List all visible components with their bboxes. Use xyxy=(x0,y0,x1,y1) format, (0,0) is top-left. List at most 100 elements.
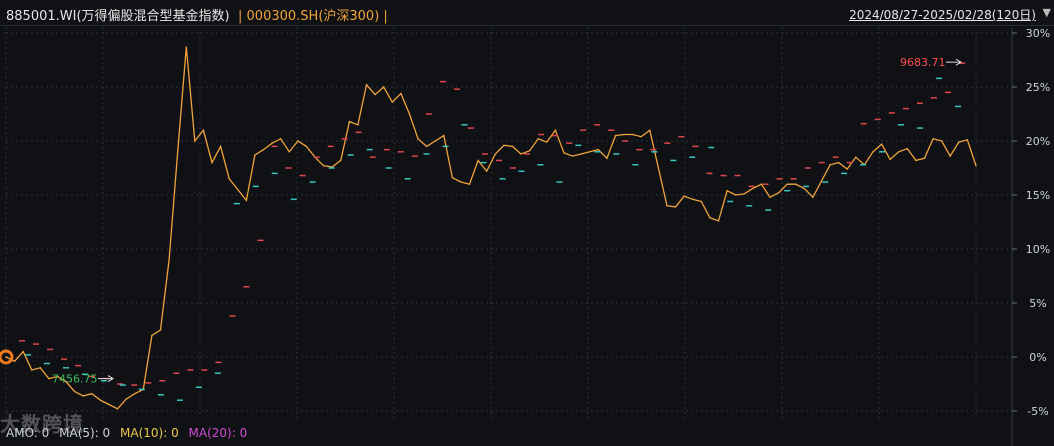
series-point xyxy=(623,133,625,136)
ma10-indicator[interactable]: MA(10): 0 xyxy=(120,426,179,440)
series-point xyxy=(271,142,273,144)
series-point xyxy=(408,113,411,115)
series-point xyxy=(486,170,488,172)
series-point xyxy=(923,157,926,159)
y-tick-label: 20% xyxy=(1026,135,1050,148)
series-point xyxy=(657,167,660,169)
series-point xyxy=(674,206,677,208)
series-point xyxy=(262,148,265,151)
series-point xyxy=(5,356,7,358)
series-point xyxy=(537,138,539,140)
series-point xyxy=(940,140,943,142)
series-point xyxy=(580,153,582,155)
y-tick-label: 25% xyxy=(1026,81,1050,94)
series-point xyxy=(563,152,565,154)
series-point xyxy=(631,133,634,136)
series-point xyxy=(340,159,342,162)
series-point xyxy=(872,151,874,153)
series-point xyxy=(571,155,574,157)
ma5-indicator[interactable]: MA(5): 0 xyxy=(59,426,110,440)
series-point xyxy=(743,193,745,195)
y-tick-label: 30% xyxy=(1026,27,1050,40)
series-point xyxy=(374,93,376,96)
series-point xyxy=(211,161,213,164)
series-point xyxy=(99,399,102,401)
series-point xyxy=(288,151,290,153)
series-point xyxy=(494,153,496,155)
series-point xyxy=(82,395,84,397)
series-point xyxy=(932,138,934,140)
series-point xyxy=(176,151,179,153)
series-point xyxy=(503,144,505,147)
min-value-label: 7456.75 xyxy=(52,373,98,386)
series-point xyxy=(468,183,471,185)
series-point xyxy=(254,154,256,156)
series-point xyxy=(975,165,977,167)
indicator-bar: AMO: 0 MA(5): 0 MA(10): 0 MA(20): 0 xyxy=(6,426,253,440)
series-point xyxy=(48,377,50,380)
series-point xyxy=(202,129,205,131)
y-tick-label: -5% xyxy=(1027,405,1048,418)
series-point xyxy=(649,129,651,131)
series-point xyxy=(322,165,325,167)
series-point xyxy=(915,159,917,162)
series-point xyxy=(803,187,806,190)
series-point xyxy=(666,205,668,207)
series-point xyxy=(889,158,891,161)
series-point xyxy=(760,183,763,185)
series-point xyxy=(91,393,93,395)
series-point xyxy=(546,141,548,143)
series-point xyxy=(31,369,33,371)
amo-indicator[interactable]: AMO: 0 xyxy=(6,426,49,440)
series-point xyxy=(683,195,685,197)
series-point xyxy=(795,183,797,185)
series-point xyxy=(692,198,694,201)
series-point xyxy=(22,350,24,353)
series-point xyxy=(966,139,969,141)
series-point xyxy=(554,129,557,131)
series-point xyxy=(400,92,402,95)
series-point xyxy=(228,178,230,180)
series-point xyxy=(717,220,720,222)
series-point xyxy=(194,140,196,142)
series-point xyxy=(125,398,127,400)
series-point xyxy=(434,140,436,142)
grid-lines xyxy=(5,27,1012,419)
series-point xyxy=(606,157,608,159)
series-point xyxy=(528,150,531,152)
series-point xyxy=(451,177,454,179)
series-point xyxy=(769,196,771,198)
series-point xyxy=(460,181,462,183)
series-point xyxy=(520,153,522,155)
series-point xyxy=(511,145,514,148)
ma20-indicator[interactable]: MA(20): 0 xyxy=(189,426,248,440)
series-point xyxy=(357,124,359,126)
series-point xyxy=(297,140,299,142)
series-point xyxy=(597,148,600,151)
series-point xyxy=(829,164,831,166)
series-point xyxy=(245,199,248,202)
y-tick-label: 5% xyxy=(1029,297,1046,310)
series-point xyxy=(151,334,153,337)
series-point xyxy=(443,134,445,137)
series-point xyxy=(949,155,951,157)
series-point xyxy=(348,120,351,123)
series-point xyxy=(752,187,754,190)
series-point xyxy=(777,192,780,194)
series-point xyxy=(159,329,162,331)
series-point xyxy=(73,390,76,393)
series-point xyxy=(477,159,479,162)
y-tick-label: 10% xyxy=(1026,243,1050,256)
series-point xyxy=(614,134,617,137)
series-point xyxy=(417,138,419,140)
series-point xyxy=(906,147,909,150)
y-tick-label: 15% xyxy=(1026,189,1050,202)
series-point xyxy=(365,84,368,86)
chart-canvas[interactable]: 30% 25% 20% 15% 10% 5% 0% -5% 9683.71 7456.75 xyxy=(0,0,1054,446)
series-point xyxy=(709,216,711,219)
series-point xyxy=(880,143,883,145)
series-point xyxy=(13,360,16,363)
series-point xyxy=(898,151,900,153)
series-point xyxy=(116,408,119,410)
series-point xyxy=(168,259,170,261)
